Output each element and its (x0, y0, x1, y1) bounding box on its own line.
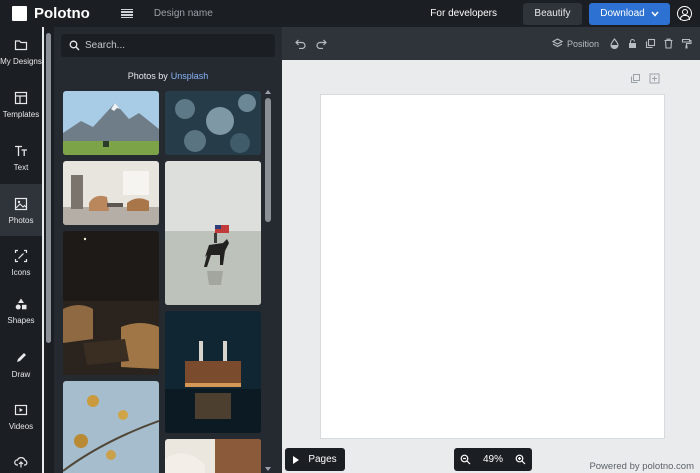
photo-thumbnail-living-room[interactable] (63, 161, 159, 225)
sidebar-item-upload[interactable] (0, 455, 42, 473)
sidebar-item-label: Shapes (7, 316, 35, 325)
trash-icon[interactable] (663, 38, 674, 49)
design-name-input[interactable]: Design name (154, 8, 213, 19)
unsplash-link[interactable]: Unsplash (171, 71, 209, 81)
photos-panel: Photos byUnsplash (54, 27, 282, 473)
redo-icon[interactable] (316, 38, 327, 49)
add-page-icon[interactable] (649, 73, 660, 84)
duplicate-icon[interactable] (645, 38, 656, 49)
undo-icon[interactable] (295, 38, 306, 49)
app-title: Polotno (34, 5, 90, 22)
sidebar-item-my-designs[interactable]: My Designs (0, 38, 42, 66)
sidebar-scrollbar[interactable] (44, 27, 54, 473)
folder-icon (14, 40, 28, 51)
powered-by-link[interactable]: Powered by polotno.com (589, 461, 694, 472)
sidebar-item-templates[interactable]: Templates (0, 91, 42, 119)
sidebar-item-label: My Designs (0, 57, 42, 66)
zoom-control: 49% (454, 448, 532, 471)
file-menu-icon[interactable] (120, 7, 134, 21)
page-tools (630, 73, 660, 84)
user-account-icon[interactable] (677, 6, 692, 21)
download-button[interactable]: Download (589, 2, 670, 25)
sidebar-item-photos[interactable]: Photos (0, 184, 42, 236)
sidebar-item-label: Icons (11, 268, 31, 277)
search-icon (69, 40, 80, 51)
photo-thumbnail-mountain[interactable] (63, 91, 159, 155)
sidebar-item-icons[interactable]: Icons (0, 249, 42, 277)
beautify-button[interactable]: Beautify (523, 2, 582, 25)
sidebar-item-label: Templates (2, 110, 40, 119)
toolbar: Position (282, 27, 700, 60)
opacity-icon[interactable] (609, 38, 620, 49)
credit-text: Photos by (127, 71, 168, 81)
scroll-thumb[interactable] (46, 33, 51, 343)
app-root: Polotno Design name For developers Beaut… (0, 0, 700, 473)
photo-thumbnail-autumn-branch[interactable] (63, 381, 159, 473)
sidebar-item-label: Draw (11, 370, 31, 379)
photo-thumbnail-power-station[interactable] (165, 311, 261, 433)
chevron-down-icon (651, 11, 659, 17)
scroll-thumb[interactable] (265, 98, 271, 222)
photo-thumbnail-pottery[interactable] (165, 439, 261, 473)
logo: Polotno (12, 5, 90, 22)
photos-credit: Photos by Unsplash (54, 71, 282, 81)
photo-thumbnail-frost[interactable] (165, 91, 261, 155)
image-icon (14, 197, 28, 211)
logo-mark (12, 6, 27, 21)
position-label: Position (566, 38, 599, 49)
design-page-canvas[interactable] (321, 95, 664, 438)
sidebar-item-label: Videos (8, 422, 34, 431)
sidebar-item-shapes[interactable]: Shapes (0, 297, 42, 325)
duplicate-page-icon[interactable] (630, 73, 641, 84)
shapes-icon (15, 298, 27, 310)
sidebar-item-draw[interactable]: Draw (0, 351, 42, 379)
scroll-up-arrow-icon[interactable] (265, 90, 271, 94)
sidebar-item-text[interactable]: Text (0, 144, 42, 172)
icons-icon (14, 249, 28, 263)
zoom-out-icon[interactable] (460, 454, 471, 465)
lock-icon[interactable] (627, 38, 638, 49)
photos-scrollbar[interactable] (264, 90, 272, 473)
search-box[interactable] (61, 34, 275, 57)
pages-button[interactable]: Pages (285, 448, 345, 471)
layout-icon (14, 91, 28, 105)
paint-format-icon[interactable] (681, 38, 692, 49)
play-icon (293, 455, 300, 464)
download-label: Download (600, 8, 645, 19)
photo-thumbnail-dark-interior[interactable] (63, 231, 159, 375)
text-icon (15, 145, 27, 156)
zoom-level: 49% (482, 454, 503, 465)
top-bar: Polotno Design name For developers Beaut… (0, 0, 700, 27)
sidebar-item-label: Text (13, 163, 29, 172)
side-tabs: My Designs Templates Text Photos Icons S… (0, 27, 42, 473)
pencil-icon (17, 353, 26, 362)
pages-label: Pages (308, 454, 337, 465)
photo-thumbnail-horse-rider[interactable] (165, 161, 261, 305)
workspace (282, 60, 700, 473)
sidebar-item-videos[interactable]: Videos (0, 403, 42, 431)
scroll-down-arrow-icon[interactable] (265, 467, 271, 471)
for-developers-link[interactable]: For developers (430, 8, 497, 19)
upload-icon (14, 457, 28, 468)
search-input[interactable] (85, 40, 265, 51)
sidebar-item-label: Photos (8, 216, 34, 225)
layers-icon (551, 38, 563, 48)
video-icon (14, 404, 28, 416)
zoom-in-icon[interactable] (515, 454, 526, 465)
position-button[interactable]: Position (551, 38, 599, 49)
photo-grid (54, 89, 282, 473)
